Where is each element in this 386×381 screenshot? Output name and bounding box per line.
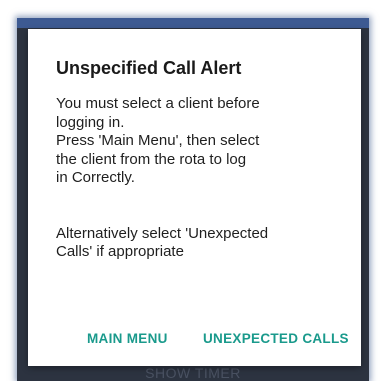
screen: SHOW TIMER Unspecified Call Alert You mu…	[0, 0, 386, 381]
app-header-strip	[17, 18, 369, 28]
show-timer-button: SHOW TIMER	[145, 365, 241, 381]
dialog-message: You must select a client before logging …	[56, 95, 269, 260]
alert-dialog: Unspecified Call Alert You must select a…	[28, 29, 361, 366]
unexpected-calls-button[interactable]: UNEXPECTED CALLS	[203, 331, 349, 346]
main-menu-button[interactable]: MAIN MENU	[87, 331, 168, 346]
dialog-title: Unspecified Call Alert	[56, 58, 242, 78]
